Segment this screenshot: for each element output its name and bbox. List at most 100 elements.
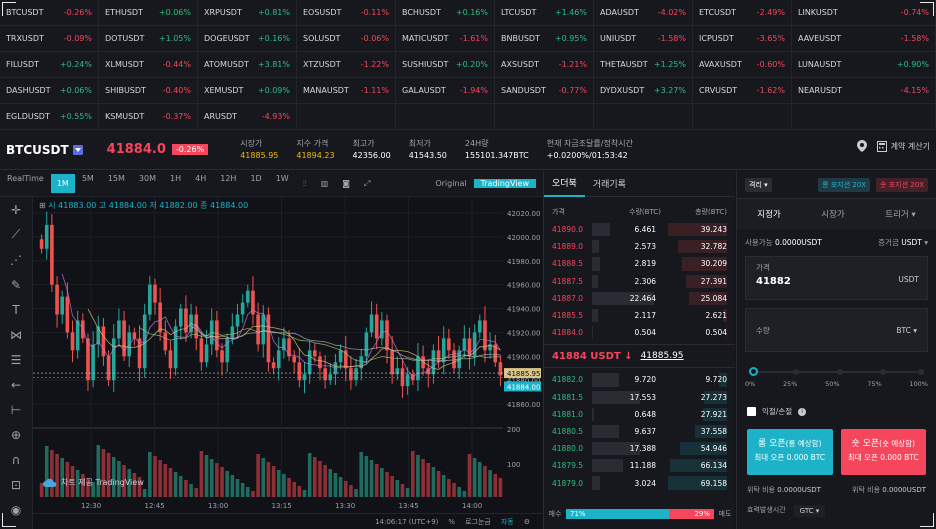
qty-slider[interactable] — [749, 366, 924, 378]
timeframe-1h[interactable]: 1H — [163, 174, 188, 193]
ticker-cell[interactable]: ATOMUSDT +3.81% — [198, 52, 297, 77]
indicator-icon[interactable]: ⫶⫶ — [296, 179, 314, 189]
ticker-cell[interactable]: DOTUSDT +1.05% — [99, 26, 198, 51]
tpsl-checkbox[interactable]: 익절/손절 i — [737, 406, 936, 417]
ticker-cell[interactable]: BNBUSDT +0.95% — [495, 26, 594, 51]
tab-trades[interactable]: 거래기록 — [585, 171, 634, 197]
ask-row[interactable]: 41885.5 2.117 2.621 — [544, 307, 735, 324]
ticker-cell[interactable]: LUNAUSDT +0.90% — [792, 52, 936, 77]
ticker-cell[interactable]: LTCUSDT +1.46% — [495, 0, 594, 25]
ticker-cell[interactable]: AAVEUSDT -1.58% — [792, 26, 936, 51]
ticker-cell[interactable]: AVAXUSDT -0.60% — [693, 52, 792, 77]
magnet-icon[interactable]: ∩ — [0, 447, 32, 472]
log-toggle[interactable]: 로그눈금 — [465, 517, 491, 527]
ticker-cell[interactable]: XLMUSDT -0.44% — [99, 52, 198, 77]
ticker-cell[interactable]: BCHUSDT +0.16% — [396, 0, 495, 25]
screenshot-icon[interactable]: ◙ — [335, 179, 357, 188]
lock-icon[interactable]: ⊡ — [0, 472, 32, 497]
ticker-cell[interactable]: MANAUSDT -1.11% — [297, 78, 396, 103]
bid-row[interactable]: 41881.0 0.648 27.921 — [544, 406, 735, 423]
tif-select[interactable]: GTC ▾ — [793, 505, 826, 517]
margin-mode-select[interactable]: 격리 ▾ — [745, 177, 772, 192]
price-chart[interactable]: 42020.00 42000.00 41980.00 41960.00 41940.00… — [33, 197, 542, 529]
settings-icon[interactable]: ⚙ — [524, 518, 530, 526]
ticker-cell[interactable]: UNIUSDT -1.58% — [594, 26, 693, 51]
ticker-cell[interactable]: EGLDUSDT +0.55% — [0, 104, 99, 129]
ticker-cell[interactable]: FILUSDT +0.24% — [0, 52, 99, 77]
auto-toggle[interactable]: 자동 — [501, 517, 514, 527]
trendline-icon[interactable]: ⟋ — [0, 222, 32, 247]
ticker-cell[interactable]: AXSUSDT -1.21% — [495, 52, 594, 77]
ticker-cell[interactable]: SANDUSDT -0.77% — [495, 78, 594, 103]
percent-toggle[interactable]: % — [448, 518, 455, 526]
crosshair-icon[interactable]: ✛ — [0, 197, 32, 222]
checkbox-icon[interactable] — [747, 407, 756, 416]
back-arrow-icon[interactable]: ← — [0, 372, 32, 397]
short-leverage-button[interactable]: 숏 포지션 20X — [876, 177, 928, 192]
timeframe-15m[interactable]: 15M — [101, 174, 132, 193]
chevron-down-icon[interactable] — [72, 144, 83, 155]
ticker-cell[interactable]: XTZUSDT -1.22% — [297, 52, 396, 77]
pattern-icon[interactable]: ⋈ — [0, 322, 32, 347]
ticker-cell[interactable]: MATICUSDT -1.61% — [396, 26, 495, 51]
ticker-cell[interactable]: KSMUSDT -0.37% — [99, 104, 198, 129]
location-pin-icon[interactable] — [856, 140, 867, 152]
timeframe-1m[interactable]: 1M — [50, 174, 75, 193]
bid-row[interactable]: 41880.5 9.637 37.558 — [544, 423, 735, 440]
qty-input[interactable]: 수량 BTC ▾ — [745, 308, 928, 352]
ask-row[interactable]: 41890.0 6.461 39.243 — [544, 221, 735, 238]
ticker-cell[interactable]: XEMUSDT +0.09% — [198, 78, 297, 103]
ticker-cell[interactable]: DYDXUSDT +3.27% — [594, 78, 693, 103]
ticker-cell[interactable]: NEARUSDT -4.15% — [792, 78, 936, 103]
candle-type-icon[interactable]: ▥ — [314, 179, 336, 188]
original-tab[interactable]: Original — [428, 179, 473, 188]
ask-row[interactable]: 41884.0 0.504 0.504 — [544, 324, 735, 341]
ticker-cell[interactable]: THETAUSDT +1.25% — [594, 52, 693, 77]
ask-row[interactable]: 41887.0 22.464 25.084 — [544, 290, 735, 307]
bid-row[interactable]: 41879.5 11.188 66.134 — [544, 457, 735, 474]
qty-unit-select[interactable]: BTC ▾ — [896, 326, 917, 335]
tab-orderbook[interactable]: 오더북 — [544, 171, 585, 197]
timeframe-realtime[interactable]: RealTime — [0, 174, 51, 193]
tab-limit[interactable]: 지정가 — [757, 208, 780, 220]
ticker-cell[interactable]: SHIBUSDT -0.40% — [99, 78, 198, 103]
ticker-cell[interactable]: SOLUSDT -0.06% — [297, 26, 396, 51]
tab-trigger[interactable]: 트리거 ▾ — [885, 208, 915, 220]
ticker-cell[interactable]: ETCUSDT -2.49% — [693, 0, 792, 25]
timeframe-1d[interactable]: 1D — [243, 174, 268, 193]
brush-icon[interactable]: ✎ — [0, 272, 32, 297]
ticker-cell[interactable]: GALAUSDT -1.94% — [396, 78, 495, 103]
calculator-button[interactable]: 계약 계산기 — [876, 140, 930, 152]
slider-handle[interactable] — [749, 367, 758, 376]
open-long-button[interactable]: 롱 오픈(롱 예상함) 최대 오픈 0.000 BTC — [747, 429, 833, 475]
ticker-cell[interactable]: ICPUSDT -3.65% — [693, 26, 792, 51]
timeframe-12h[interactable]: 12H — [213, 174, 243, 193]
open-short-button[interactable]: 숏 오픈(숏 예상함) 최대 오픈 0.000 BTC — [840, 429, 926, 475]
ticker-cell[interactable]: DASHUSDT +0.06% — [0, 78, 99, 103]
long-leverage-button[interactable]: 롱 포지션 20X — [818, 177, 871, 192]
ask-row[interactable]: 41887.5 2.306 27.391 — [544, 273, 735, 290]
ask-row[interactable]: 41888.5 2.819 30.209 — [544, 255, 735, 272]
timeframe-5m[interactable]: 5M — [75, 174, 101, 193]
ticker-cell[interactable]: ARUSDT -4.93% — [198, 104, 297, 129]
bid-row[interactable]: 41882.0 9.720 9.720 — [544, 371, 735, 388]
bid-row[interactable]: 41880.0 17.388 54.946 — [544, 440, 735, 457]
ticker-cell[interactable]: XRPUSDT +0.81% — [198, 0, 297, 25]
ticker-cell[interactable]: TRXUSDT -0.09% — [0, 26, 99, 51]
fullscreen-icon[interactable]: ⤢ — [357, 179, 377, 189]
ticker-cell[interactable]: CRVUSDT -1.62% — [693, 78, 792, 103]
symbol-selector[interactable]: BTCUSDT — [6, 143, 83, 157]
bid-row[interactable]: 41879.0 3.024 69.158 — [544, 474, 735, 491]
measure-icon[interactable]: ☰ — [0, 347, 32, 372]
bid-row[interactable]: 41881.5 17.553 27.273 — [544, 389, 735, 406]
ticker-cell[interactable]: LINKUSDT -0.74% — [792, 0, 936, 25]
timeframe-1w[interactable]: 1W — [269, 174, 296, 193]
ticker-cell[interactable]: ADAUSDT -4.02% — [594, 0, 693, 25]
tab-market[interactable]: 시장가 — [821, 208, 844, 220]
price-input[interactable]: 가격 41882 USDT — [745, 256, 928, 300]
tradingview-tab[interactable]: TradingView — [473, 179, 536, 188]
ruler-icon[interactable]: ⊢ — [0, 397, 32, 422]
margin-select[interactable]: 증거금 USDT ▾ — [878, 237, 928, 248]
fib-icon[interactable]: ⋰ — [0, 247, 32, 272]
ask-row[interactable]: 41889.0 2.573 32.782 — [544, 238, 735, 255]
